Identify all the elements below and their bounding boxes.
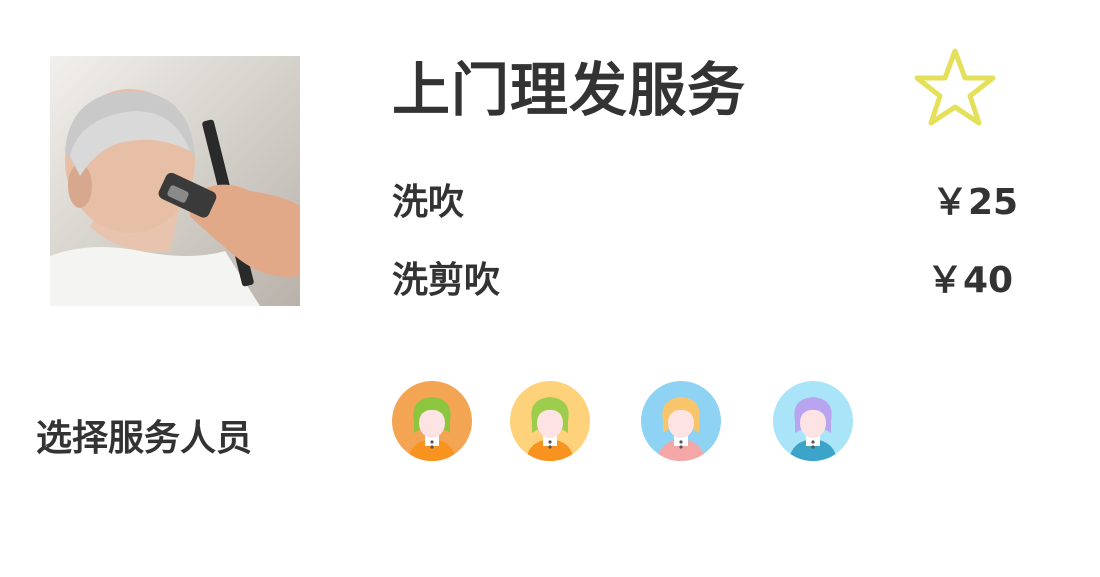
service-option-name: 洗吹 — [392, 182, 465, 223]
person-avatar-icon — [641, 381, 721, 461]
page-title: 上门理发服务 — [392, 56, 747, 124]
service-photo — [50, 56, 300, 306]
staff-avatar-2[interactable] — [510, 381, 590, 461]
star-outline-icon — [914, 48, 996, 126]
person-avatar-icon — [773, 381, 853, 461]
staff-section-label: 选择服务人员 — [36, 418, 253, 459]
favorite-button[interactable] — [912, 46, 998, 128]
person-avatar-icon — [510, 381, 590, 461]
service-option-price: ￥25 — [932, 182, 1019, 223]
staff-avatar-3[interactable] — [641, 381, 721, 461]
service-option-wash-cut-dry[interactable]: 洗剪吹 ￥40 — [392, 256, 1032, 306]
service-option-name: 洗剪吹 — [392, 260, 501, 301]
person-avatar-icon — [392, 381, 472, 461]
service-option-price: ￥40 — [927, 260, 1014, 301]
staff-avatar-1[interactable] — [392, 381, 472, 461]
service-option-wash-dry[interactable]: 洗吹 ￥25 — [392, 178, 1032, 228]
staff-avatar-4[interactable] — [773, 381, 853, 461]
